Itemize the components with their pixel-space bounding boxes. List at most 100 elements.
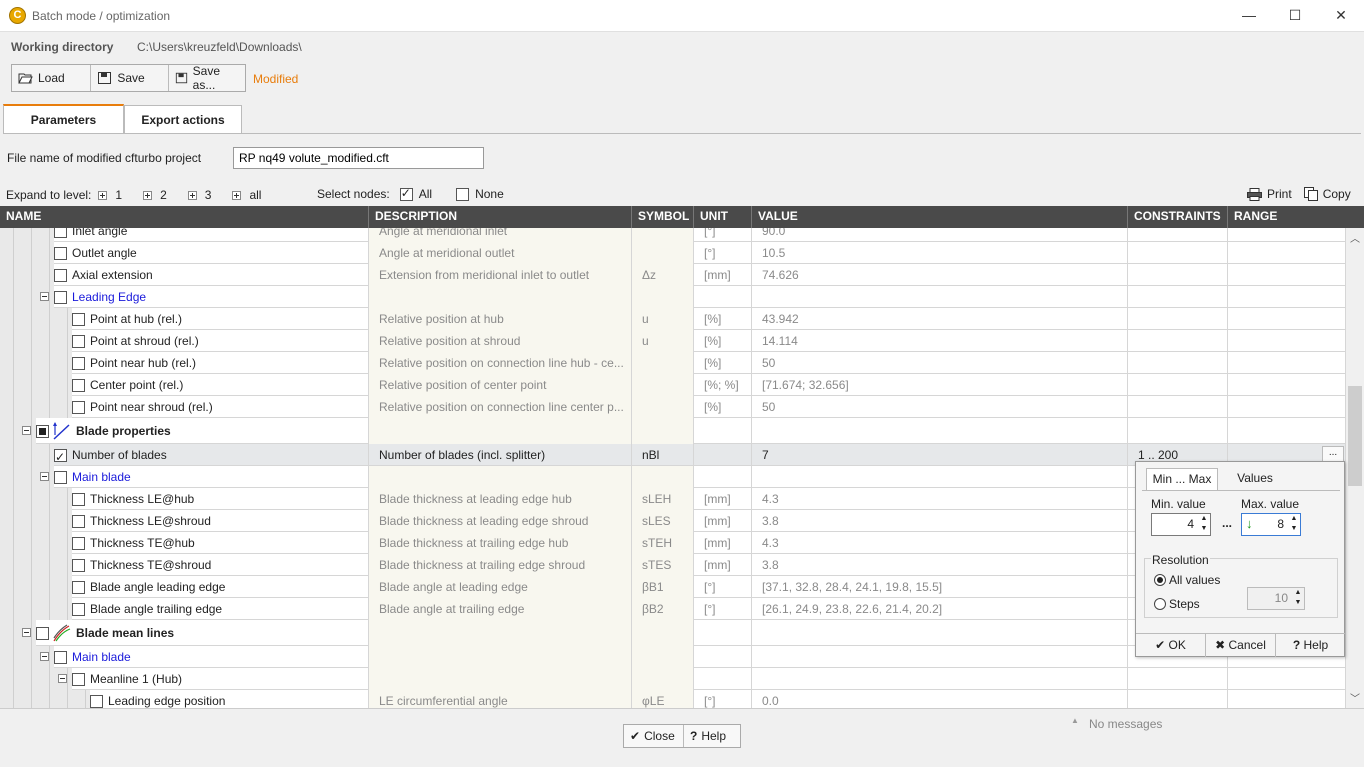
max-value-spinner[interactable]: ↓ 8 ▲ ▼ bbox=[1241, 513, 1301, 536]
value-cell[interactable]: 50 bbox=[752, 396, 1128, 418]
min-value-text[interactable]: 4 bbox=[1187, 517, 1194, 531]
value-cell[interactable]: 4.3 bbox=[752, 488, 1128, 510]
table-row[interactable]: Outlet angle Angle at meridional outlet [°… bbox=[0, 242, 1346, 264]
value-cell[interactable]: [37.1, 32.8, 28.4, 24.1, 19.8, 15.5] bbox=[752, 576, 1128, 598]
value-cell[interactable]: 4.3 bbox=[752, 532, 1128, 554]
spinner-arrows-icon[interactable]: ▲ ▼ bbox=[1198, 514, 1210, 535]
all-values-radio[interactable]: All values bbox=[1154, 573, 1220, 587]
copy-button[interactable]: Copy bbox=[1303, 187, 1351, 201]
row-checkbox[interactable] bbox=[36, 626, 49, 640]
row-checkbox[interactable] bbox=[72, 378, 85, 392]
popup-help-button[interactable]: ? Help bbox=[1276, 633, 1345, 657]
maximize-button[interactable]: ☐ bbox=[1272, 0, 1318, 31]
constraints-cell[interactable] bbox=[1128, 242, 1228, 264]
steps-spinner[interactable]: 10 ▲ ▼ bbox=[1247, 587, 1305, 610]
row-checkbox[interactable] bbox=[72, 356, 85, 370]
collapse-minus-icon[interactable] bbox=[22, 627, 31, 637]
row-checkbox[interactable] bbox=[72, 602, 85, 616]
row-checkbox[interactable] bbox=[54, 650, 67, 664]
max-value-text[interactable]: 8 bbox=[1277, 517, 1284, 531]
constraints-cell[interactable] bbox=[1128, 374, 1228, 396]
row-checkbox[interactable] bbox=[72, 312, 85, 326]
row-checkbox[interactable] bbox=[54, 228, 67, 238]
expand-level-all[interactable]: all bbox=[249, 188, 261, 202]
value-cell[interactable]: 14.114 bbox=[752, 330, 1128, 352]
constraints-cell[interactable] bbox=[1128, 308, 1228, 330]
ok-button[interactable]: ✔ OK bbox=[1136, 633, 1206, 657]
select-all-link[interactable]: All bbox=[419, 187, 432, 201]
minimize-button[interactable]: — bbox=[1226, 0, 1272, 31]
range-cell[interactable] bbox=[1228, 330, 1346, 352]
spinner-arrows-icon[interactable]: ▲ ▼ bbox=[1288, 514, 1300, 535]
range-cell[interactable] bbox=[1228, 242, 1346, 264]
select-none-link[interactable]: None bbox=[475, 187, 504, 201]
expand-level-3[interactable]: 3 bbox=[205, 188, 212, 202]
table-row[interactable]: Point at shroud (rel.) Relative position … bbox=[0, 330, 1346, 352]
constraints-cell[interactable] bbox=[1128, 396, 1228, 418]
value-cell[interactable] bbox=[752, 620, 1128, 646]
value-cell[interactable] bbox=[752, 646, 1128, 668]
value-cell[interactable] bbox=[752, 466, 1128, 488]
close-button[interactable]: ✔ Close bbox=[624, 725, 684, 747]
select-none-checkbox-icon[interactable] bbox=[456, 187, 470, 201]
range-cell[interactable] bbox=[1228, 418, 1346, 444]
table-row[interactable]: Point near hub (rel.) Relative position o… bbox=[0, 352, 1346, 374]
tab-export-actions[interactable]: Export actions bbox=[124, 105, 242, 134]
file-name-input[interactable] bbox=[233, 147, 484, 169]
table-row[interactable]: Center point (rel.) Relative position of … bbox=[0, 374, 1346, 396]
range-cell[interactable] bbox=[1228, 308, 1346, 330]
save-as-button[interactable]: Save as... bbox=[169, 64, 245, 92]
value-cell[interactable] bbox=[752, 286, 1128, 308]
column-header-symbol[interactable]: SYMBOL bbox=[632, 206, 694, 228]
radio-selected-icon[interactable] bbox=[1154, 574, 1166, 586]
column-header-description[interactable]: DESCRIPTION bbox=[369, 206, 632, 228]
table-row[interactable]: Blade properties bbox=[0, 418, 1346, 444]
value-cell[interactable] bbox=[752, 418, 1128, 444]
row-checkbox[interactable] bbox=[54, 246, 67, 260]
range-cell[interactable] bbox=[1228, 228, 1346, 242]
steps-value-text[interactable]: 10 bbox=[1275, 591, 1288, 605]
constraints-cell[interactable] bbox=[1128, 228, 1228, 242]
scroll-up-icon[interactable]: ︿ bbox=[1346, 230, 1364, 245]
constraints-cell[interactable] bbox=[1128, 286, 1228, 308]
row-checkbox[interactable] bbox=[72, 400, 85, 414]
print-button[interactable]: Print bbox=[1247, 187, 1292, 201]
row-checkbox[interactable] bbox=[72, 672, 85, 686]
row-checkbox[interactable] bbox=[54, 470, 67, 484]
row-checkbox[interactable] bbox=[90, 694, 103, 708]
row-checkbox[interactable] bbox=[54, 447, 67, 466]
value-cell[interactable]: 10.5 bbox=[752, 242, 1128, 264]
tab-values[interactable]: Values bbox=[1222, 468, 1288, 490]
collapse-up-icon[interactable]: ▲ bbox=[1071, 716, 1079, 725]
collapse-minus-icon[interactable] bbox=[40, 651, 49, 661]
table-row[interactable]: Meanline 1 (Hub) bbox=[0, 668, 1346, 690]
range-cell[interactable] bbox=[1228, 374, 1346, 396]
column-header-name[interactable]: NAME bbox=[0, 206, 369, 228]
close-window-button[interactable]: ✕ bbox=[1318, 0, 1364, 31]
table-row[interactable]: Point at hub (rel.) Relative position at … bbox=[0, 308, 1346, 330]
constraints-cell[interactable] bbox=[1128, 264, 1228, 286]
value-cell[interactable] bbox=[752, 668, 1128, 690]
table-row[interactable]: Leading Edge bbox=[0, 286, 1346, 308]
constraints-cell[interactable] bbox=[1128, 690, 1228, 708]
row-checkbox[interactable] bbox=[72, 580, 85, 594]
collapse-minus-icon[interactable] bbox=[40, 291, 49, 301]
row-checkbox[interactable] bbox=[72, 334, 85, 348]
row-checkbox[interactable] bbox=[72, 536, 85, 550]
column-header-unit[interactable]: UNIT bbox=[694, 206, 752, 228]
select-all-checkbox-icon[interactable] bbox=[399, 186, 413, 201]
scrollbar-thumb[interactable] bbox=[1348, 386, 1362, 486]
value-cell[interactable]: 7 bbox=[752, 444, 1128, 466]
table-row[interactable]: Inlet angle Angle at meridional inlet [°] 9… bbox=[0, 228, 1346, 242]
collapse-minus-icon[interactable] bbox=[58, 673, 67, 683]
load-button[interactable]: Load bbox=[12, 65, 92, 91]
value-cell[interactable]: 74.626 bbox=[752, 264, 1128, 286]
row-checkbox[interactable] bbox=[36, 424, 49, 438]
range-cell[interactable] bbox=[1228, 286, 1346, 308]
range-cell[interactable] bbox=[1228, 668, 1346, 690]
row-checkbox[interactable] bbox=[54, 290, 67, 304]
column-header-constraints[interactable]: CONSTRAINTS bbox=[1128, 206, 1228, 228]
range-cell[interactable] bbox=[1228, 690, 1346, 708]
row-checkbox[interactable] bbox=[72, 514, 85, 528]
constraints-cell[interactable] bbox=[1128, 330, 1228, 352]
